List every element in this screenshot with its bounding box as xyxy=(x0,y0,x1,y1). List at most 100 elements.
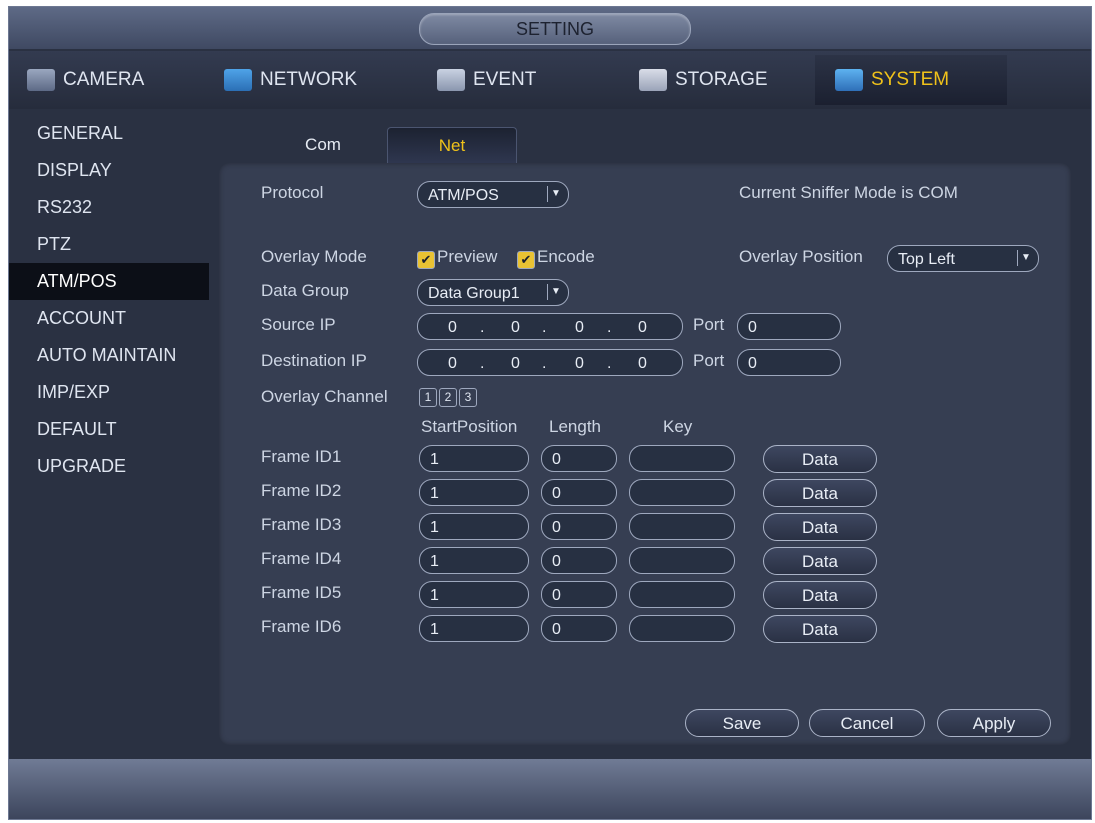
ip-separator: . xyxy=(607,355,612,372)
overlay-position-select[interactable]: Top Left ▼ xyxy=(887,245,1039,272)
sidebar-item-auto-maintain[interactable]: AUTO MAINTAIN xyxy=(9,337,209,374)
dest-ip-octet-4: 0 xyxy=(638,355,647,372)
data-group-select[interactable]: Data Group1 ▼ xyxy=(417,279,569,306)
sidebar-item-ptz[interactable]: PTZ xyxy=(9,226,209,263)
tab-camera-label: CAMERA xyxy=(63,69,145,90)
frame-start-position-field[interactable]: 1 xyxy=(419,445,529,472)
frame-data-button[interactable]: Data xyxy=(763,615,877,643)
column-start-position: StartPosition xyxy=(421,417,518,436)
tab-storage-label: STORAGE xyxy=(675,69,768,90)
storage-icon xyxy=(639,69,667,91)
apply-button[interactable]: Apply xyxy=(937,709,1051,737)
frame-key-field[interactable] xyxy=(629,445,735,472)
sidebar-item-account[interactable]: ACCOUNT xyxy=(9,300,209,337)
destination-ip-field[interactable]: 0 . 0 . 0 . 0 xyxy=(417,349,683,376)
dest-ip-octet-1: 0 xyxy=(448,355,457,372)
protocol-select[interactable]: ATM/POS ▼ xyxy=(417,181,569,208)
dest-ip-octet-2: 0 xyxy=(511,355,520,372)
frame-length-field[interactable]: 0 xyxy=(541,547,617,574)
ip-separator: . xyxy=(607,319,612,336)
overlay-position-label: Overlay Position xyxy=(739,247,863,266)
frame-data-button[interactable]: Data xyxy=(763,479,877,507)
frame-id-label: Frame ID5 xyxy=(261,583,342,602)
frame-start-position-field[interactable]: 1 xyxy=(419,615,529,642)
save-button[interactable]: Save xyxy=(685,709,799,737)
overlay-encode-option[interactable]: ✔ Encode xyxy=(517,247,595,269)
encode-checkbox[interactable]: ✔ xyxy=(517,251,535,269)
sidebar-item-general[interactable]: GENERAL xyxy=(9,115,209,152)
frame-id-label: Frame ID4 xyxy=(261,549,342,568)
source-ip-octet-2: 0 xyxy=(511,319,520,336)
main-tabs: CAMERA NETWORK EVENT STORAGE SYSTEM xyxy=(9,51,1091,109)
sidebar-item-default[interactable]: DEFAULT xyxy=(9,411,209,448)
net-settings-panel: Protocol ATM/POS ▼ Current Sniffer Mode … xyxy=(219,163,1071,745)
frame-data-button[interactable]: Data xyxy=(763,445,877,473)
frame-length-field[interactable]: 0 xyxy=(541,479,617,506)
encode-label: Encode xyxy=(537,247,595,266)
overlay-preview-option[interactable]: ✔ Preview xyxy=(417,247,497,269)
frame-id-label: Frame ID1 xyxy=(261,447,342,466)
column-key: Key xyxy=(663,417,693,436)
preview-label: Preview xyxy=(437,247,498,266)
subtab-net[interactable]: Net xyxy=(387,127,517,164)
chevron-down-icon: ▼ xyxy=(547,186,564,202)
source-port-field[interactable]: 0 xyxy=(737,313,841,340)
status-bar xyxy=(9,759,1091,819)
source-ip-field[interactable]: 0 . 0 . 0 . 0 xyxy=(417,313,683,340)
frame-id-label: Frame ID6 xyxy=(261,617,342,636)
frame-start-position-field[interactable]: 1 xyxy=(419,479,529,506)
tab-camera[interactable]: CAMERA xyxy=(27,55,217,105)
camera-icon xyxy=(27,69,55,91)
chevron-down-icon: ▼ xyxy=(547,284,564,300)
frame-data-button[interactable]: Data xyxy=(763,547,877,575)
ip-separator: . xyxy=(542,355,547,372)
frame-key-field[interactable] xyxy=(629,615,735,642)
frame-length-field[interactable]: 0 xyxy=(541,445,617,472)
frame-length-field[interactable]: 0 xyxy=(541,513,617,540)
sidebar-item-upgrade[interactable]: UPGRADE xyxy=(9,448,209,485)
frame-start-position-field[interactable]: 1 xyxy=(419,513,529,540)
frame-data-button[interactable]: Data xyxy=(763,513,877,541)
column-length: Length xyxy=(549,417,601,436)
channel-3-checkbox[interactable]: 3 xyxy=(459,388,477,407)
tab-network-label: NETWORK xyxy=(260,69,358,90)
settings-window: SETTING CAMERA NETWORK EVENT STORAGE SYS… xyxy=(8,6,1092,820)
frame-key-field[interactable] xyxy=(629,581,735,608)
subtab-com[interactable]: Com xyxy=(267,127,379,163)
source-ip-octet-3: 0 xyxy=(575,319,584,336)
tab-system[interactable]: SYSTEM xyxy=(815,55,1007,105)
sidebar-item-imp-exp[interactable]: IMP/EXP xyxy=(9,374,209,411)
tab-storage[interactable]: STORAGE xyxy=(639,55,829,105)
tab-event[interactable]: EVENT xyxy=(437,55,627,105)
cancel-button[interactable]: Cancel xyxy=(809,709,925,737)
destination-ip-label: Destination IP xyxy=(261,351,367,370)
ip-separator: . xyxy=(542,319,547,336)
ip-separator: . xyxy=(480,355,485,372)
frame-data-button[interactable]: Data xyxy=(763,581,877,609)
source-ip-octet-1: 0 xyxy=(448,319,457,336)
frame-id-label: Frame ID2 xyxy=(261,481,342,500)
frame-length-field[interactable]: 0 xyxy=(541,581,617,608)
channel-2-checkbox[interactable]: 2 xyxy=(439,388,457,407)
frame-key-field[interactable] xyxy=(629,547,735,574)
preview-checkbox[interactable]: ✔ xyxy=(417,251,435,269)
frame-key-field[interactable] xyxy=(629,513,735,540)
tab-network[interactable]: NETWORK xyxy=(224,55,414,105)
frame-key-field[interactable] xyxy=(629,479,735,506)
frame-start-position-field[interactable]: 1 xyxy=(419,547,529,574)
sidebar-item-display[interactable]: DISPLAY xyxy=(9,152,209,189)
event-icon xyxy=(437,69,465,91)
sidebar-item-atm-pos[interactable]: ATM/POS xyxy=(9,263,209,300)
overlay-channel-label: Overlay Channel xyxy=(261,387,388,406)
network-icon xyxy=(224,69,252,91)
source-ip-label: Source IP xyxy=(261,315,336,334)
sidebar-item-rs232[interactable]: RS232 xyxy=(9,189,209,226)
frame-start-position-field[interactable]: 1 xyxy=(419,581,529,608)
destination-port-field[interactable]: 0 xyxy=(737,349,841,376)
channel-1-checkbox[interactable]: 1 xyxy=(419,388,437,407)
frame-id-label: Frame ID3 xyxy=(261,515,342,534)
overlay-mode-label: Overlay Mode xyxy=(261,247,367,266)
sidebar: GENERAL DISPLAY RS232 PTZ ATM/POS ACCOUN… xyxy=(9,115,209,485)
source-port-label: Port xyxy=(693,315,725,334)
frame-length-field[interactable]: 0 xyxy=(541,615,617,642)
